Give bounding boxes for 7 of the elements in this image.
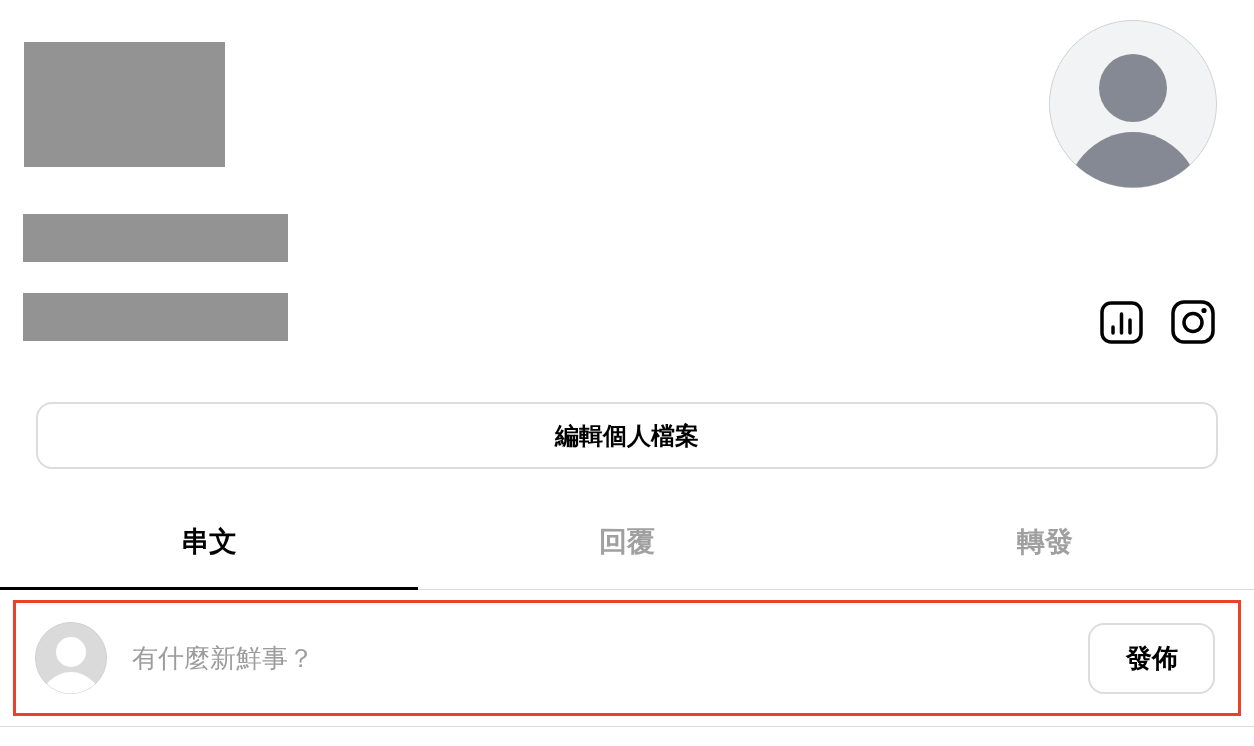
edit-profile-button[interactable]: 編輯個人檔案 [36, 402, 1218, 469]
user-avatar [35, 622, 107, 694]
profile-tab[interactable]: 串文 [0, 509, 418, 590]
post-button[interactable]: 發佈 [1088, 622, 1215, 694]
bar-chart-icon[interactable] [1100, 300, 1143, 344]
post-input[interactable]: 有什麼新鮮事？ [132, 633, 1076, 683]
camera-icon[interactable] [1171, 300, 1215, 344]
